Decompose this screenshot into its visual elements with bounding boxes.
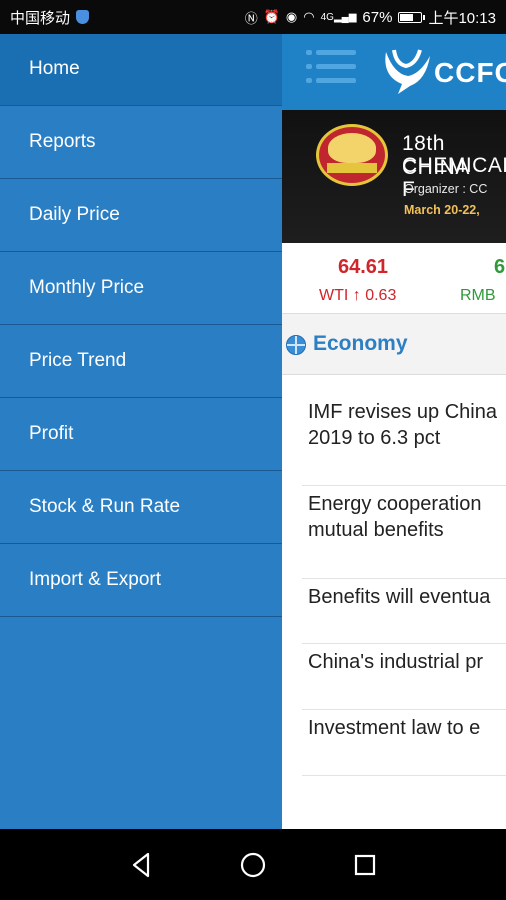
battery-percent: 67% — [362, 8, 393, 26]
globe-icon — [286, 335, 306, 355]
drawer-item-label: Reports — [29, 131, 96, 152]
ccfg-logo-icon — [385, 49, 430, 94]
system-nav-bar — [0, 829, 506, 900]
logo-text: CCFG — [434, 57, 506, 88]
home-icon[interactable] — [239, 851, 267, 879]
alarm-icon: ⏰ — [263, 9, 280, 24]
ticker-value: 6 — [494, 256, 506, 278]
news-item[interactable]: IMF revises up China 2019 to 6.3 pct — [308, 399, 506, 451]
ticker-value: 64.61 — [338, 256, 389, 278]
status-bar: 中国移动 Ⓝ ⏰ ◉ ◠ 4G▂▄▆ 67% 上午10:13 — [0, 0, 506, 34]
nfc-icon: Ⓝ — [244, 10, 258, 26]
drawer-item-profit[interactable]: Profit — [0, 399, 282, 471]
drawer-item-import-export[interactable]: Import & Export — [0, 545, 282, 617]
banner-organizer: Organizer : CC — [404, 182, 488, 196]
drawer-item-label: Profit — [29, 423, 74, 444]
menu-icon[interactable] — [306, 48, 356, 86]
drawer-item-daily-price[interactable]: Daily Price — [0, 180, 282, 252]
drawer-item-label: Stock & Run Rate — [29, 496, 181, 517]
price-ticker: 64.61 WTI ↑ 0.63 6 RMB — [282, 243, 506, 314]
economy-section-header[interactable]: Economy — [282, 314, 506, 375]
drawer-item-label: Home — [29, 58, 80, 79]
news-item[interactable]: China's industrial pr — [308, 649, 506, 675]
shield-icon — [76, 10, 90, 24]
drawer-item-label: Price Trend — [29, 350, 127, 371]
signal-label: 4G — [320, 11, 334, 23]
wifi-icon: ◠ — [303, 9, 315, 24]
drawer-item-home[interactable]: Home — [0, 34, 282, 106]
eye-icon: ◉ — [285, 9, 298, 24]
app-bar: CCFG — [282, 34, 506, 110]
clock: 上午10:13 — [428, 9, 496, 27]
forum-emblem-icon — [316, 124, 388, 186]
banner-date: March 20-22, — [404, 203, 480, 217]
signal-icon: 4G▂▄▆ — [320, 11, 357, 23]
recent-apps-icon[interactable] — [351, 851, 379, 879]
back-icon[interactable] — [128, 851, 156, 879]
ticker-label: WTI ↑ 0.63 — [319, 287, 397, 304]
main-content: CCFG 18th CHINA CHEMICAL F Organizer : C… — [282, 34, 506, 829]
ticker-label: RMB — [460, 287, 496, 304]
news-item[interactable]: Energy cooperation mutual benefits — [308, 491, 506, 543]
drawer-item-label: Monthly Price — [29, 277, 145, 298]
news-item[interactable]: Investment law to e — [308, 715, 506, 741]
event-banner[interactable]: 18th CHINA CHEMICAL F Organizer : CC Mar… — [282, 110, 506, 243]
drawer-item-price-trend[interactable]: Price Trend — [0, 326, 282, 398]
news-item[interactable]: Benefits will eventua — [308, 584, 506, 610]
drawer-item-reports[interactable]: Reports — [0, 107, 282, 179]
carrier-name: 中国移动 — [10, 9, 71, 27]
section-title: Economy — [313, 332, 408, 355]
drawer-item-label: Daily Price — [29, 204, 120, 225]
drawer-item-monthly-price[interactable]: Monthly Price — [0, 253, 282, 325]
battery-icon — [398, 11, 426, 23]
navigation-drawer: Home Reports Daily Price Monthly Price P… — [0, 34, 282, 829]
drawer-item-stock-run-rate[interactable]: Stock & Run Rate — [0, 472, 282, 544]
drawer-item-label: Import & Export — [29, 569, 161, 590]
